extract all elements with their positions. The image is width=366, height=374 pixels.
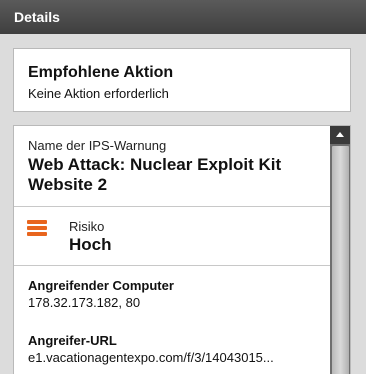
warning-name-value: Web Attack: Nuclear Exploit Kit Website … <box>28 155 282 194</box>
attacker-computer-label: Angreifender Computer <box>28 278 174 293</box>
attacker-computer-value: 178.32.173.182, 80 <box>28 295 141 310</box>
risk-text: Risiko Hoch <box>69 219 112 255</box>
risk-value: Hoch <box>69 235 112 254</box>
attacker-computer-block: Angreifender Computer 178.32.173.182, 80 <box>28 278 330 311</box>
recommended-action-title: Empfohlene Aktion <box>28 64 174 81</box>
recommended-action-card: Empfohlene Aktion Keine Aktion erforderl… <box>13 48 351 112</box>
risk-section: Risiko Hoch <box>14 207 330 266</box>
scrollbar-thumb[interactable] <box>332 146 349 374</box>
attacker-url-block: Angreifer-URL e1.vacationagentexpo.com/f… <box>28 333 330 366</box>
risk-level-icon <box>27 220 47 238</box>
warning-name-label: Name der IPS-Warnung <box>28 138 167 153</box>
warning-details-content: Name der IPS-Warnung Web Attack: Nuclear… <box>14 126 330 366</box>
scroll-up-arrow-icon[interactable] <box>330 126 350 144</box>
warning-details-panel: Name der IPS-Warnung Web Attack: Nuclear… <box>13 125 351 374</box>
attack-info-section: Angreifender Computer 178.32.173.182, 80… <box>14 266 330 366</box>
attacker-url-label: Angreifer-URL <box>28 333 117 348</box>
details-header-title: Details <box>14 9 60 25</box>
attacker-url-value[interactable]: e1.vacationagentexpo.com/f/3/14043015... <box>28 349 324 366</box>
recommended-action-value: Keine Aktion erforderlich <box>28 86 169 101</box>
vertical-scrollbar[interactable] <box>330 126 350 374</box>
warning-name-section: Name der IPS-Warnung Web Attack: Nuclear… <box>14 126 330 207</box>
details-header: Details <box>0 0 366 34</box>
risk-label: Risiko <box>69 219 105 234</box>
